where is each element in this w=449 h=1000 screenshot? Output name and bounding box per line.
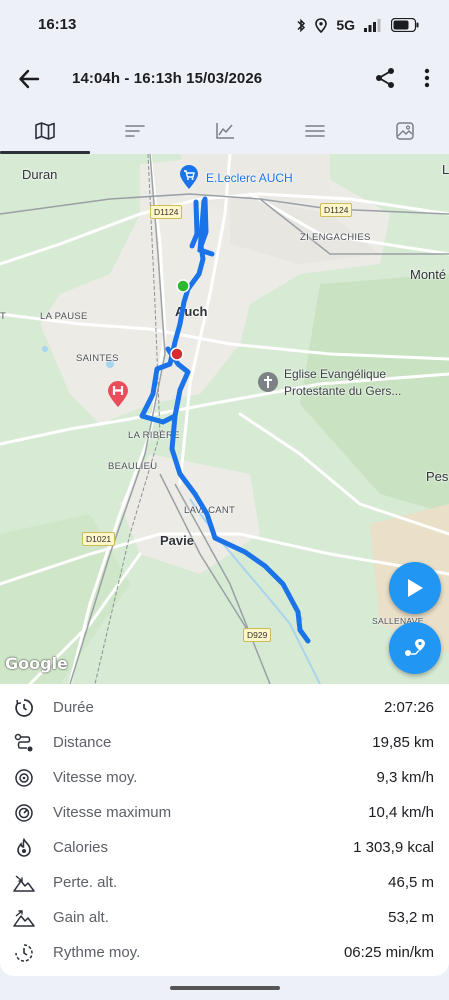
signal-icon [364,18,382,32]
google-logo: Google [5,654,68,673]
ascent-icon [13,907,35,929]
stat-row-descent: Perte. alt. 46,5 m [0,865,449,900]
stat-value: 10,4 km/h [368,804,434,821]
stat-label: Vitesse maximum [53,804,172,821]
stat-value: 1 303,9 kcal [353,839,434,856]
stat-label: Perte. alt. [53,874,118,891]
route-icon [405,639,425,656]
stat-label: Calories [53,839,109,856]
distance-icon [13,732,35,754]
share-button[interactable] [372,65,398,91]
play-button[interactable] [389,562,441,614]
stat-row-duration: Durée 2:07:26 [0,690,449,725]
stat-row-ascent: Gain alt. 53,2 m [0,900,449,935]
stat-value: 9,3 km/h [376,769,434,786]
stat-value: 06:25 min/km [343,944,434,961]
stat-value: 2:07:26 [383,699,434,716]
stat-label: Durée [53,699,94,716]
start-marker [176,279,190,293]
more-vert-icon [424,68,430,88]
stat-row-calories: Calories 1 303,9 kcal [0,830,449,865]
battery-icon [391,18,419,32]
status-bar: 16:13 5G [0,0,449,50]
stat-value: 19,85 km [372,734,434,751]
list-icon [305,125,325,137]
pace-icon [13,942,35,964]
tab-bar [0,108,449,154]
stat-value: 53,2 m [388,909,434,926]
play-icon [408,579,423,597]
more-options-button[interactable] [414,65,440,91]
timer-icon [13,697,35,719]
max-speed-icon [13,802,35,824]
descent-icon [13,872,35,894]
back-button[interactable] [14,64,44,94]
gesture-nav-handle[interactable] [170,986,280,990]
tab-list[interactable] [270,108,360,154]
tab-summary[interactable] [90,108,180,154]
bluetooth-icon [296,18,306,33]
summary-icon [125,125,145,137]
stat-label: Gain alt. [53,909,109,926]
page-title: 14:04h - 16:13h 15/03/2026 [72,70,263,87]
route-path [139,196,311,644]
network-label: 5G [336,17,355,33]
stat-row-distance: Distance 19,85 km [0,725,449,760]
stat-row-avg-speed: Vitesse moy. 9,3 km/h [0,760,449,795]
tab-photo[interactable] [360,108,449,154]
status-icons: 5G [296,14,419,36]
stat-value: 46,5 m [388,874,434,891]
back-arrow-icon [19,69,40,89]
calories-icon [13,837,35,859]
stat-label: Rythme moy. [53,944,141,961]
share-icon [376,68,394,88]
stat-row-pace: Rythme moy. 06:25 min/km [0,935,449,970]
route-options-button[interactable] [389,622,441,674]
end-marker [170,347,184,361]
stat-label: Distance [53,734,112,751]
app-bar: 14:04h - 16:13h 15/03/2026 [0,50,449,108]
activity-stats: Durée 2:07:26 Distance 19,85 km Vitesse … [0,684,449,976]
speed-icon [13,767,35,789]
stat-label: Vitesse moy. [53,769,138,786]
map-icon [35,122,55,140]
route-map[interactable]: D1124 D1124 D1021 D929 Duran E.Leclerc A… [0,154,449,684]
tab-chart[interactable] [180,108,270,154]
chart-icon [216,123,234,139]
photo-icon [395,122,414,140]
location-icon [315,17,328,33]
status-time: 16:13 [38,16,77,33]
tab-map[interactable] [0,108,90,154]
stat-row-max-speed: Vitesse maximum 10,4 km/h [0,795,449,830]
